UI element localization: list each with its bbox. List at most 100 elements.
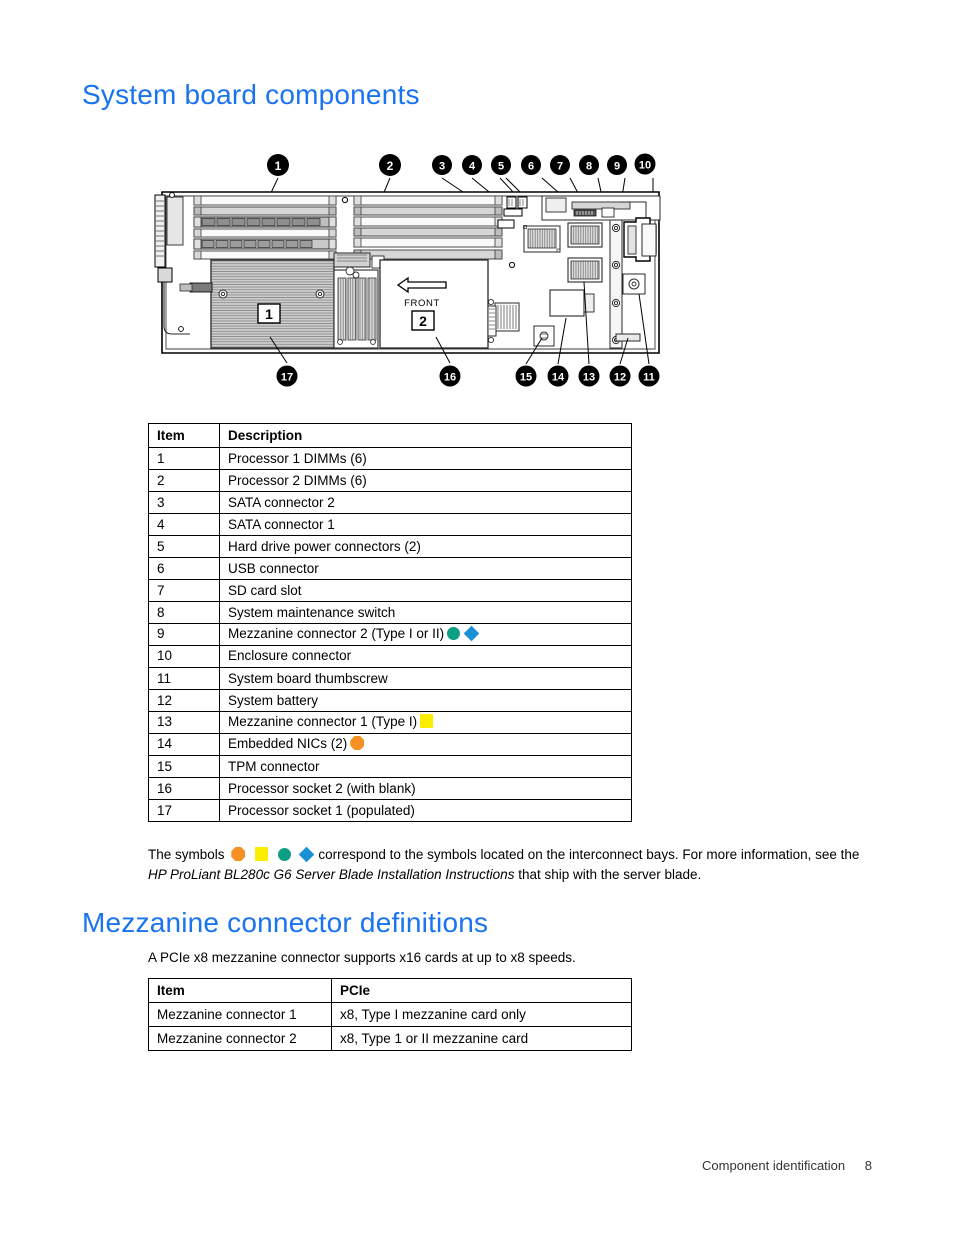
- svg-text:3: 3: [439, 161, 445, 173]
- blue-diamond-symbol-icon: [298, 846, 314, 863]
- table-row: 1 Processor 1 DIMMs (6): [148, 447, 632, 470]
- svg-text:9: 9: [614, 161, 620, 173]
- yellow-square-symbol-icon: [255, 847, 269, 861]
- mezzanine-section-title: Mezzanine connector definitions: [82, 907, 489, 938]
- system-board-components-table: Item Description 1 Processor 1 DIMMs (6) 2…: [148, 423, 632, 822]
- table-row: 11 System board thumbscrew: [148, 667, 632, 690]
- table-row: Mezzanine connector 2 x8, Type 1 or II me…: [148, 1026, 632, 1051]
- cell-description: Enclosure connector: [219, 644, 632, 667]
- blue-diamond-symbol-icon: [463, 625, 480, 642]
- cell-item-number: 1: [148, 447, 220, 470]
- svg-text:8: 8: [586, 161, 592, 173]
- description-text: Processor 2 DIMMs (6): [228, 473, 367, 488]
- cell-description: Hard drive power connectors (2): [219, 535, 632, 558]
- cell-item-number: 2: [148, 469, 220, 492]
- cell-item-number: 16: [148, 777, 220, 800]
- cell-item-number: 14: [148, 732, 220, 755]
- description-text: Hard drive power connectors (2): [228, 539, 421, 554]
- front-label: FRONT: [404, 298, 440, 309]
- table-row: 10 Enclosure connector: [148, 644, 632, 668]
- cell-description: Mezzanine connector 2 (Type I or II): [219, 622, 632, 645]
- description-text: TPM connector: [228, 759, 320, 774]
- cell-item-number: 10: [148, 644, 220, 667]
- cell-item-number: 9: [148, 622, 220, 645]
- column-header-description: Description: [219, 423, 632, 448]
- svg-text:1: 1: [275, 159, 282, 173]
- footer-section-name: Component identification: [702, 1158, 846, 1173]
- cell-mezzanine-pcie: x8, Type I mezzanine card only: [331, 1002, 632, 1027]
- description-text: SD card slot: [228, 583, 302, 598]
- cell-description: SD card slot: [219, 579, 632, 602]
- cell-item-number: 4: [148, 513, 220, 536]
- svg-text:10: 10: [639, 160, 651, 172]
- cell-description: Processor socket 2 (with blank): [219, 777, 632, 800]
- description-text: SATA connector 1: [228, 517, 335, 532]
- svg-text:6: 6: [528, 161, 534, 173]
- components-table-body: 1 Processor 1 DIMMs (6) 2 Processor 2 DIMMs…: [148, 447, 632, 822]
- footnote-lead: The symbols: [148, 847, 225, 862]
- cell-item-number: 13: [148, 710, 220, 733]
- orange-octagon-symbol-icon: [231, 847, 246, 861]
- description-text: Processor socket 1 (populated): [228, 803, 415, 818]
- svg-text:7: 7: [557, 161, 563, 173]
- cell-description: Embedded NICs (2): [219, 732, 632, 755]
- svg-text:17: 17: [281, 372, 293, 384]
- table-row: 15 TPM connector: [148, 755, 632, 778]
- teal-circle-symbol-icon: [447, 627, 461, 640]
- system-board-diagram: 1 FRONT 2 1 2 3 4 5 6 7 8 9 10 17 16 15 …: [150, 148, 675, 400]
- cell-description: TPM connector: [219, 755, 632, 778]
- cell-item-number: 6: [148, 557, 220, 580]
- svg-text:2: 2: [387, 159, 394, 173]
- cell-item-number: 15: [148, 755, 220, 778]
- table-header-row: Item PCIe: [148, 978, 632, 1003]
- cell-description: System board thumbscrew: [219, 667, 632, 690]
- cell-item-number: 17: [148, 799, 220, 822]
- table-row: Mezzanine connector 1 x8, Type I mezzanin…: [148, 1002, 632, 1027]
- teal-circle-symbol-icon: [277, 848, 291, 861]
- svg-text:16: 16: [444, 372, 456, 384]
- svg-text:4: 4: [469, 161, 476, 173]
- description-text: SATA connector 2: [228, 495, 335, 510]
- orange-octagon-symbol-icon: [350, 736, 365, 750]
- description-text: Mezzanine connector 1 (Type I): [228, 714, 418, 729]
- footnote-middle: correspond to the symbols located on the…: [318, 847, 860, 862]
- page-title: System board components: [82, 79, 420, 110]
- svg-text:14: 14: [552, 372, 565, 384]
- table-row: 14 Embedded NICs (2): [148, 732, 632, 756]
- description-text: Enclosure connector: [228, 648, 352, 663]
- description-text: System board thumbscrew: [228, 671, 388, 686]
- footer-page-number: 8: [864, 1158, 872, 1173]
- description-text: Processor socket 2 (with blank): [228, 781, 416, 796]
- cell-mezzanine-item: Mezzanine connector 2: [148, 1026, 332, 1051]
- table-header-row: Item Description: [148, 423, 632, 448]
- cell-item-number: 3: [148, 491, 220, 514]
- svg-text:12: 12: [614, 372, 626, 384]
- mezzanine-table-body: Mezzanine connector 1 x8, Type I mezzanin…: [148, 1002, 632, 1051]
- page-footer: Component identification 8: [702, 1158, 872, 1173]
- description-text: Mezzanine connector 2 (Type I or II): [228, 626, 445, 641]
- cell-mezzanine-item: Mezzanine connector 1: [148, 1002, 332, 1027]
- cell-description: System maintenance switch: [219, 601, 632, 624]
- table-row: 6 USB connector: [148, 557, 632, 580]
- processor-socket-1-label: 1: [265, 306, 273, 322]
- cell-description: Processor socket 1 (populated): [219, 799, 632, 822]
- description-text: Embedded NICs (2): [228, 736, 348, 751]
- column-header-item: Item: [148, 423, 220, 448]
- cell-item-number: 11: [148, 667, 220, 690]
- column-header-pcie: PCIe: [331, 978, 632, 1003]
- callout-bullets-top: 1 2 3 4 5 6 7 8 9 10: [267, 153, 656, 176]
- table-row: 16 Processor socket 2 (with blank): [148, 777, 632, 800]
- cell-description: SATA connector 1: [219, 513, 632, 536]
- description-text: USB connector: [228, 561, 319, 576]
- cell-description: USB connector: [219, 557, 632, 580]
- cell-item-number: 8: [148, 601, 220, 624]
- table-row: 8 System maintenance switch: [148, 601, 632, 624]
- table-row: 4 SATA connector 1: [148, 513, 632, 536]
- cell-mezzanine-pcie: x8, Type 1 or II mezzanine card: [331, 1026, 632, 1051]
- description-text: Processor 1 DIMMs (6): [228, 451, 367, 466]
- footnote-tail: that ship with the server blade.: [518, 866, 702, 882]
- description-text: System maintenance switch: [228, 605, 396, 620]
- table-row: 5 Hard drive power connectors (2): [148, 535, 632, 558]
- symbols-footnote: The symbols correspond to the symbols lo…: [148, 845, 878, 884]
- column-header-item: Item: [148, 978, 332, 1003]
